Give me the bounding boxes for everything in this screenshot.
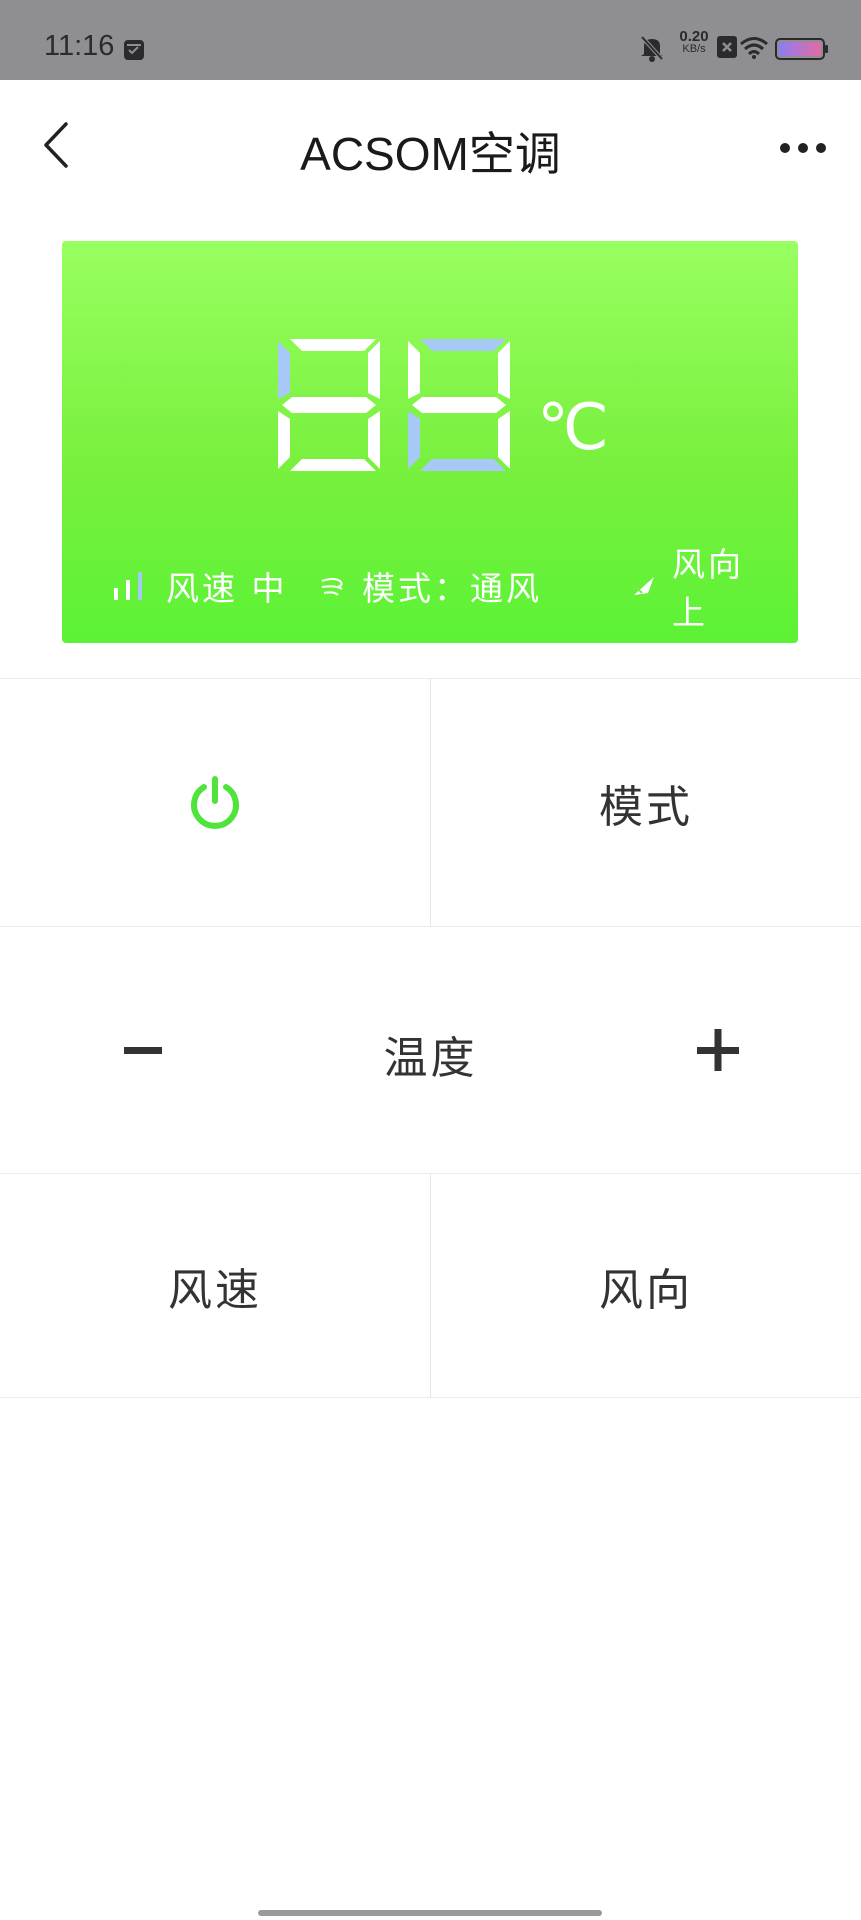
wind-direction-icon (630, 573, 658, 599)
ac-display-panel: ℃ 风速 中 模式：通风 风向 上 (62, 241, 798, 643)
fan-speed-bars-icon (112, 570, 152, 602)
mode-button-label: 模式 (599, 781, 693, 833)
wind-mode-icon (320, 573, 348, 599)
divider (0, 926, 861, 927)
fan-speed-status-text: 风速 中 (166, 569, 288, 608)
app-notification-icon (122, 38, 146, 67)
temperature-digit-1 (278, 339, 380, 471)
home-indicator[interactable] (258, 1910, 602, 1916)
fan-speed-button-label: 风速 (168, 1264, 262, 1316)
network-speed: 0.20 KB/s (671, 28, 717, 56)
power-icon (191, 775, 239, 829)
status-bar: 11:16 0.20 KB/s (0, 0, 861, 80)
status-info-row: 风速 中 模式：通风 风向 上 (112, 545, 772, 632)
wind-direction-status: 风向 上 (630, 545, 772, 632)
wind-direction-status-text: 风向 上 (672, 545, 744, 632)
page-title: ACSOM空调 (300, 128, 561, 180)
network-speed-unit: KB/s (682, 43, 706, 55)
mode-status-text: 模式：通风 (362, 569, 542, 608)
network-speed-value: 0.20 (679, 28, 709, 45)
status-time: 11:16 (44, 30, 115, 62)
app-header: ACSOM空调 (0, 80, 861, 210)
more-icon (780, 143, 826, 153)
temperature-digit-2 (408, 339, 510, 471)
wifi-icon (739, 36, 769, 65)
fan-speed-status: 风速 中 (112, 566, 288, 608)
close-icon (717, 36, 737, 63)
divider (0, 1397, 861, 1398)
mute-icon (639, 34, 665, 67)
wind-direction-button[interactable]: 风向 (431, 1174, 861, 1397)
wind-direction-button-label: 风向 (599, 1264, 693, 1316)
power-button[interactable] (0, 679, 430, 926)
temperature-display (278, 339, 510, 471)
mode-button[interactable]: 模式 (431, 679, 861, 926)
temperature-unit: ℃ (537, 391, 609, 465)
mode-status: 模式：通风 (320, 566, 542, 608)
fan-speed-button[interactable]: 风速 (0, 1174, 430, 1397)
plus-icon (697, 1029, 739, 1071)
more-button[interactable] (775, 136, 831, 160)
temperature-increase-button[interactable] (694, 1026, 742, 1074)
battery-icon (775, 38, 829, 65)
